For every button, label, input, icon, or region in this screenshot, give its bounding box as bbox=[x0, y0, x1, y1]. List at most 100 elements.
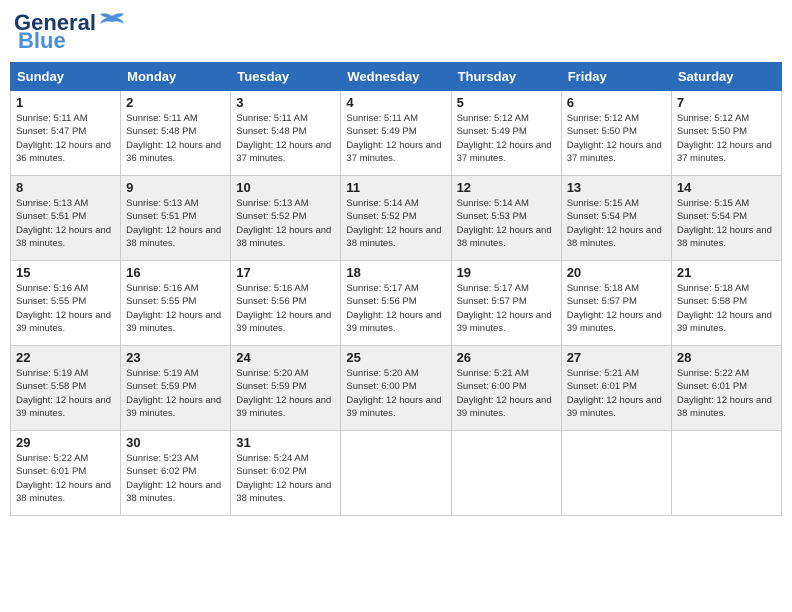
day-number: 28 bbox=[677, 350, 776, 365]
calendar-header-saturday: Saturday bbox=[671, 63, 781, 91]
calendar-cell: 14 Sunrise: 5:15 AMSunset: 5:54 PMDaylig… bbox=[671, 176, 781, 261]
calendar-cell: 16 Sunrise: 5:16 AMSunset: 5:55 PMDaylig… bbox=[121, 261, 231, 346]
day-number: 1 bbox=[16, 95, 115, 110]
day-info: Sunrise: 5:16 AMSunset: 5:56 PMDaylight:… bbox=[236, 283, 331, 334]
calendar-week-2: 8 Sunrise: 5:13 AMSunset: 5:51 PMDayligh… bbox=[11, 176, 782, 261]
day-number: 14 bbox=[677, 180, 776, 195]
day-number: 15 bbox=[16, 265, 115, 280]
day-info: Sunrise: 5:16 AMSunset: 5:55 PMDaylight:… bbox=[126, 283, 221, 334]
day-info: Sunrise: 5:17 AMSunset: 5:56 PMDaylight:… bbox=[346, 283, 441, 334]
day-info: Sunrise: 5:13 AMSunset: 5:51 PMDaylight:… bbox=[16, 198, 111, 249]
day-number: 8 bbox=[16, 180, 115, 195]
day-number: 9 bbox=[126, 180, 225, 195]
calendar-cell: 8 Sunrise: 5:13 AMSunset: 5:51 PMDayligh… bbox=[11, 176, 121, 261]
day-info: Sunrise: 5:21 AMSunset: 6:00 PMDaylight:… bbox=[457, 368, 552, 419]
day-number: 25 bbox=[346, 350, 445, 365]
calendar-cell: 5 Sunrise: 5:12 AMSunset: 5:49 PMDayligh… bbox=[451, 91, 561, 176]
day-info: Sunrise: 5:18 AMSunset: 5:58 PMDaylight:… bbox=[677, 283, 772, 334]
calendar-cell: 31 Sunrise: 5:24 AMSunset: 6:02 PMDaylig… bbox=[231, 431, 341, 516]
calendar-cell: 22 Sunrise: 5:19 AMSunset: 5:58 PMDaylig… bbox=[11, 346, 121, 431]
logo: General Blue bbox=[14, 10, 126, 54]
day-number: 5 bbox=[457, 95, 556, 110]
day-info: Sunrise: 5:20 AMSunset: 6:00 PMDaylight:… bbox=[346, 368, 441, 419]
calendar-cell: 27 Sunrise: 5:21 AMSunset: 6:01 PMDaylig… bbox=[561, 346, 671, 431]
day-info: Sunrise: 5:22 AMSunset: 6:01 PMDaylight:… bbox=[16, 453, 111, 504]
day-number: 11 bbox=[346, 180, 445, 195]
day-info: Sunrise: 5:12 AMSunset: 5:50 PMDaylight:… bbox=[677, 113, 772, 164]
calendar-cell: 1 Sunrise: 5:11 AMSunset: 5:47 PMDayligh… bbox=[11, 91, 121, 176]
day-info: Sunrise: 5:15 AMSunset: 5:54 PMDaylight:… bbox=[567, 198, 662, 249]
calendar-cell: 20 Sunrise: 5:18 AMSunset: 5:57 PMDaylig… bbox=[561, 261, 671, 346]
calendar-header-sunday: Sunday bbox=[11, 63, 121, 91]
calendar-cell: 28 Sunrise: 5:22 AMSunset: 6:01 PMDaylig… bbox=[671, 346, 781, 431]
day-info: Sunrise: 5:12 AMSunset: 5:50 PMDaylight:… bbox=[567, 113, 662, 164]
calendar-cell: 9 Sunrise: 5:13 AMSunset: 5:51 PMDayligh… bbox=[121, 176, 231, 261]
page-header: General Blue bbox=[10, 10, 782, 54]
calendar-header-tuesday: Tuesday bbox=[231, 63, 341, 91]
day-number: 10 bbox=[236, 180, 335, 195]
calendar-week-5: 29 Sunrise: 5:22 AMSunset: 6:01 PMDaylig… bbox=[11, 431, 782, 516]
calendar-header-monday: Monday bbox=[121, 63, 231, 91]
day-number: 22 bbox=[16, 350, 115, 365]
day-info: Sunrise: 5:11 AMSunset: 5:47 PMDaylight:… bbox=[16, 113, 111, 164]
calendar-week-3: 15 Sunrise: 5:16 AMSunset: 5:55 PMDaylig… bbox=[11, 261, 782, 346]
day-number: 26 bbox=[457, 350, 556, 365]
calendar-cell: 29 Sunrise: 5:22 AMSunset: 6:01 PMDaylig… bbox=[11, 431, 121, 516]
calendar-cell: 25 Sunrise: 5:20 AMSunset: 6:00 PMDaylig… bbox=[341, 346, 451, 431]
calendar-week-1: 1 Sunrise: 5:11 AMSunset: 5:47 PMDayligh… bbox=[11, 91, 782, 176]
day-number: 17 bbox=[236, 265, 335, 280]
day-info: Sunrise: 5:19 AMSunset: 5:58 PMDaylight:… bbox=[16, 368, 111, 419]
calendar-cell: 21 Sunrise: 5:18 AMSunset: 5:58 PMDaylig… bbox=[671, 261, 781, 346]
day-info: Sunrise: 5:12 AMSunset: 5:49 PMDaylight:… bbox=[457, 113, 552, 164]
day-info: Sunrise: 5:14 AMSunset: 5:52 PMDaylight:… bbox=[346, 198, 441, 249]
day-info: Sunrise: 5:11 AMSunset: 5:49 PMDaylight:… bbox=[346, 113, 441, 164]
day-number: 20 bbox=[567, 265, 666, 280]
calendar-week-4: 22 Sunrise: 5:19 AMSunset: 5:58 PMDaylig… bbox=[11, 346, 782, 431]
day-info: Sunrise: 5:15 AMSunset: 5:54 PMDaylight:… bbox=[677, 198, 772, 249]
day-number: 18 bbox=[346, 265, 445, 280]
calendar-cell bbox=[341, 431, 451, 516]
logo-text-blue: Blue bbox=[14, 28, 66, 54]
day-info: Sunrise: 5:23 AMSunset: 6:02 PMDaylight:… bbox=[126, 453, 221, 504]
day-number: 30 bbox=[126, 435, 225, 450]
calendar-cell: 7 Sunrise: 5:12 AMSunset: 5:50 PMDayligh… bbox=[671, 91, 781, 176]
calendar-header-row: SundayMondayTuesdayWednesdayThursdayFrid… bbox=[11, 63, 782, 91]
day-info: Sunrise: 5:20 AMSunset: 5:59 PMDaylight:… bbox=[236, 368, 331, 419]
day-info: Sunrise: 5:11 AMSunset: 5:48 PMDaylight:… bbox=[126, 113, 221, 164]
calendar-cell: 2 Sunrise: 5:11 AMSunset: 5:48 PMDayligh… bbox=[121, 91, 231, 176]
day-number: 21 bbox=[677, 265, 776, 280]
day-info: Sunrise: 5:11 AMSunset: 5:48 PMDaylight:… bbox=[236, 113, 331, 164]
calendar-cell bbox=[561, 431, 671, 516]
day-info: Sunrise: 5:24 AMSunset: 6:02 PMDaylight:… bbox=[236, 453, 331, 504]
calendar-cell: 19 Sunrise: 5:17 AMSunset: 5:57 PMDaylig… bbox=[451, 261, 561, 346]
calendar-cell: 13 Sunrise: 5:15 AMSunset: 5:54 PMDaylig… bbox=[561, 176, 671, 261]
day-number: 12 bbox=[457, 180, 556, 195]
calendar-cell: 17 Sunrise: 5:16 AMSunset: 5:56 PMDaylig… bbox=[231, 261, 341, 346]
calendar-cell: 24 Sunrise: 5:20 AMSunset: 5:59 PMDaylig… bbox=[231, 346, 341, 431]
day-number: 24 bbox=[236, 350, 335, 365]
calendar-cell: 12 Sunrise: 5:14 AMSunset: 5:53 PMDaylig… bbox=[451, 176, 561, 261]
day-number: 23 bbox=[126, 350, 225, 365]
day-number: 4 bbox=[346, 95, 445, 110]
calendar-header-thursday: Thursday bbox=[451, 63, 561, 91]
day-number: 3 bbox=[236, 95, 335, 110]
calendar-cell: 3 Sunrise: 5:11 AMSunset: 5:48 PMDayligh… bbox=[231, 91, 341, 176]
calendar-header-friday: Friday bbox=[561, 63, 671, 91]
day-info: Sunrise: 5:17 AMSunset: 5:57 PMDaylight:… bbox=[457, 283, 552, 334]
day-number: 27 bbox=[567, 350, 666, 365]
day-number: 29 bbox=[16, 435, 115, 450]
day-info: Sunrise: 5:21 AMSunset: 6:01 PMDaylight:… bbox=[567, 368, 662, 419]
calendar-cell: 15 Sunrise: 5:16 AMSunset: 5:55 PMDaylig… bbox=[11, 261, 121, 346]
calendar-cell: 4 Sunrise: 5:11 AMSunset: 5:49 PMDayligh… bbox=[341, 91, 451, 176]
calendar-header-wednesday: Wednesday bbox=[341, 63, 451, 91]
day-number: 6 bbox=[567, 95, 666, 110]
day-info: Sunrise: 5:18 AMSunset: 5:57 PMDaylight:… bbox=[567, 283, 662, 334]
day-number: 16 bbox=[126, 265, 225, 280]
day-number: 7 bbox=[677, 95, 776, 110]
calendar-cell: 18 Sunrise: 5:17 AMSunset: 5:56 PMDaylig… bbox=[341, 261, 451, 346]
day-number: 2 bbox=[126, 95, 225, 110]
day-info: Sunrise: 5:16 AMSunset: 5:55 PMDaylight:… bbox=[16, 283, 111, 334]
calendar-cell bbox=[671, 431, 781, 516]
day-info: Sunrise: 5:22 AMSunset: 6:01 PMDaylight:… bbox=[677, 368, 772, 419]
calendar-cell bbox=[451, 431, 561, 516]
